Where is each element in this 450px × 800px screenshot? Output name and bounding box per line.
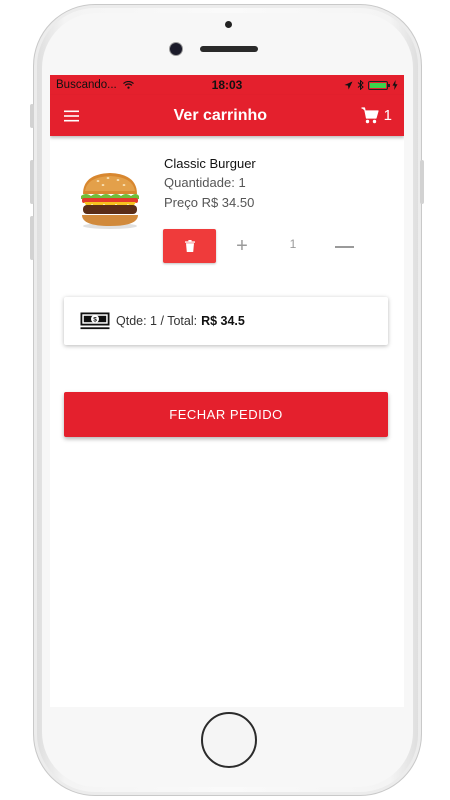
quantity-stepper-value: 1 [289, 237, 297, 251]
summary-text: Qtde: 1 / Total: [116, 314, 198, 328]
power-button [420, 160, 424, 204]
item-price: Preço R$ 34.50 [164, 195, 255, 210]
shopping-cart-icon [361, 107, 379, 124]
decrease-quantity-button[interactable] [333, 233, 355, 261]
order-summary-card: $ Qtde: 1 / Total: R$ 34.5 [64, 297, 388, 345]
app-bar: Ver carrinho 1 [50, 95, 404, 136]
minus-icon [334, 246, 354, 248]
trash-icon [184, 240, 195, 252]
item-name: Classic Burguer [164, 156, 256, 171]
volume-up-button [30, 160, 34, 204]
location-arrow-icon [344, 81, 353, 89]
volume-down-button [30, 216, 34, 260]
cart-item: Classic Burguer Quantidade: 1 Preço R$ 3… [50, 136, 404, 266]
wifi-icon [122, 81, 134, 89]
proximity-sensor [225, 21, 232, 28]
cart-count: 1 [383, 107, 392, 124]
burger-image [81, 173, 139, 229]
delete-item-button[interactable] [163, 229, 216, 263]
page-title: Ver carrinho [173, 106, 268, 124]
bluetooth-icon [357, 80, 364, 90]
mute-switch [30, 104, 34, 128]
status-bar: Buscando... 18:03 [50, 75, 404, 95]
earpiece-speaker [200, 46, 258, 52]
app-screen: Buscando... 18:03 Ver carrinho 1 Classic… [50, 75, 404, 707]
item-quantity: Quantidade: 1 [164, 175, 246, 190]
money-icon: $ [80, 312, 110, 330]
charging-bolt-icon [392, 80, 398, 90]
menu-icon[interactable] [64, 110, 80, 122]
summary-total: R$ 34.5 [201, 314, 245, 328]
front-camera [170, 43, 182, 55]
battery-level [370, 82, 386, 88]
checkout-button[interactable]: FECHAR PEDIDO [64, 392, 388, 437]
increase-quantity-button[interactable]: + [230, 232, 254, 260]
cart-button[interactable]: 1 [361, 107, 392, 124]
home-button[interactable] [201, 712, 257, 768]
svg-text:$: $ [93, 317, 97, 324]
battery-icon [368, 80, 390, 90]
carrier-text: Buscando... [56, 79, 117, 91]
